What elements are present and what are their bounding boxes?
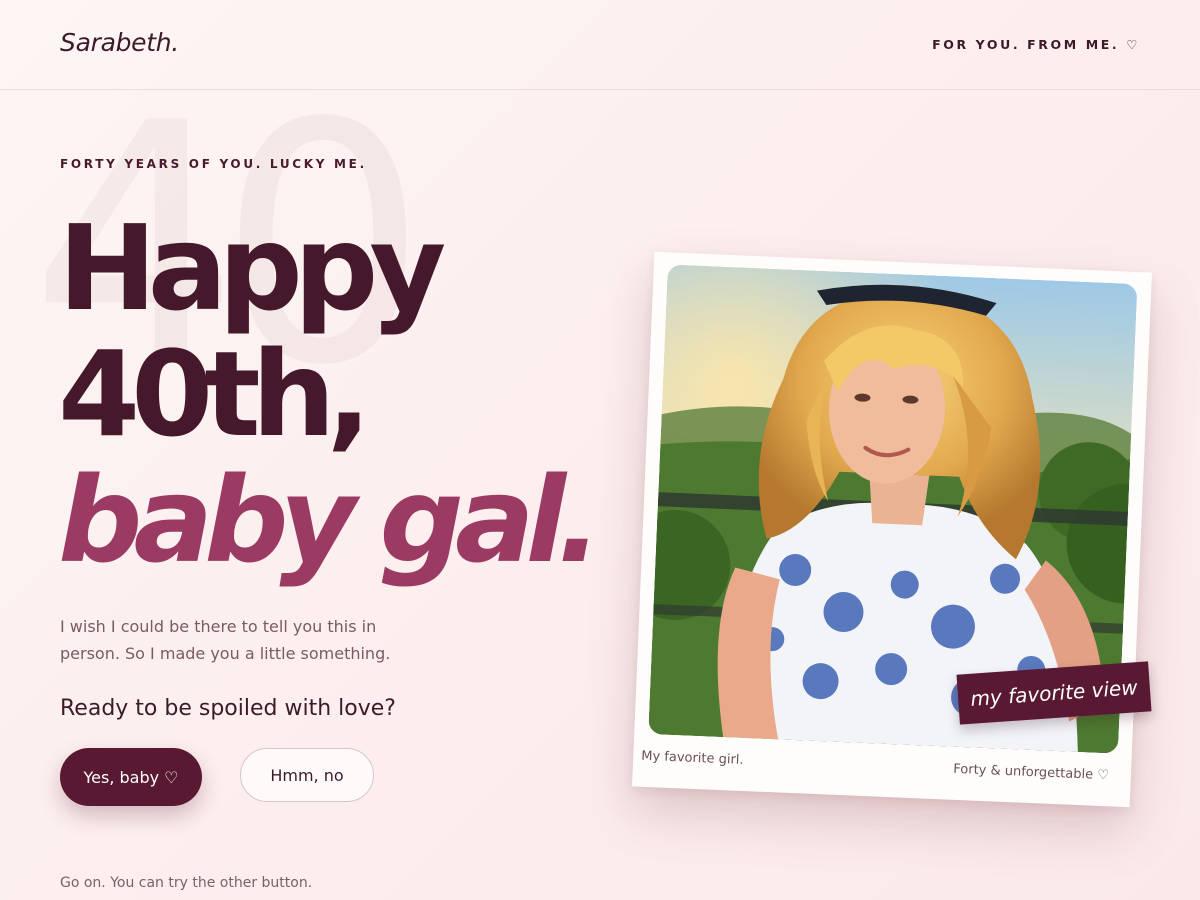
- hero-intro-text: I wish I could be there to tell you this…: [60, 617, 391, 663]
- hero-question: Ready to be spoiled with love?: [60, 696, 396, 721]
- headline-line-3: baby gal.: [58, 451, 602, 589]
- hero-eyebrow: FORTY YEARS OF YOU. LUCKY ME.: [60, 157, 367, 171]
- hero-headline: Happy 40th, baby gal.: [58, 199, 602, 589]
- yes-button[interactable]: Yes, baby ♡: [60, 748, 202, 806]
- no-button[interactable]: Hmm, no: [240, 748, 374, 802]
- headline-line-2: 40th,: [58, 325, 371, 463]
- polaroid-caption-left: My favorite girl.: [640, 748, 744, 768]
- headline-line-1: Happy: [58, 199, 446, 337]
- header-tagline: FOR YOU. FROM ME. ♡: [932, 37, 1140, 52]
- polaroid-card: My favorite girl. Forty & unforgettable …: [632, 251, 1152, 808]
- polaroid-caption-right: Forty & unforgettable ♡: [952, 761, 1110, 784]
- hint-text: Go on. You can try the other button.: [60, 875, 313, 891]
